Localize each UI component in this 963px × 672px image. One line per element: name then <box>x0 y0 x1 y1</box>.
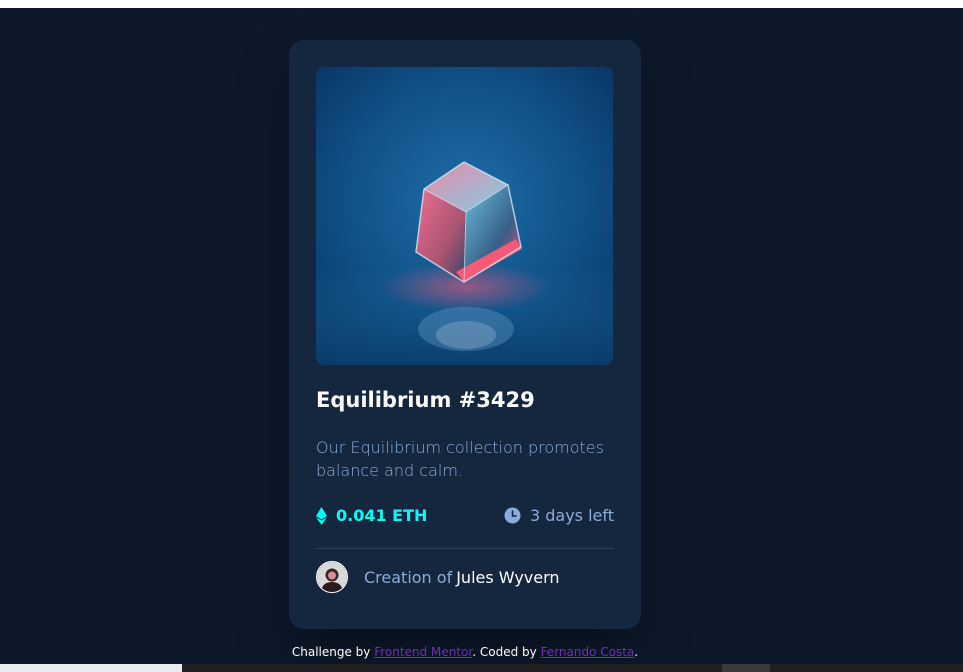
attribution-end: . <box>634 645 639 659</box>
attribution-coded-text: . Coded by <box>472 645 537 659</box>
taskbar-item[interactable] <box>722 664 770 672</box>
creator-info: Creation of Jules Wyvern <box>316 561 560 593</box>
browser-top-strip <box>0 0 963 8</box>
taskbar <box>0 664 963 672</box>
attribution-challenge-text: Challenge by <box>291 645 371 659</box>
nft-preview-card: Equilibrium #3429 Our Equilibrium collec… <box>289 40 641 629</box>
clock-icon <box>504 507 521 524</box>
creator-prefix: Creation of <box>364 567 453 587</box>
author-link[interactable]: Fernando Costa <box>541 645 635 659</box>
card-divider <box>316 548 614 549</box>
avatar <box>316 561 348 593</box>
attribution: Challenge by Frontend Mentor. Coded by F… <box>0 645 930 659</box>
time-left-display: 3 days left <box>504 506 614 525</box>
equilibrium-cube-image[interactable] <box>316 67 613 365</box>
nft-title[interactable]: Equilibrium #3429 <box>316 385 535 415</box>
price-display: 0.041 ETH <box>316 506 427 525</box>
price-value: 0.041 ETH <box>336 506 428 525</box>
creator-name-link[interactable]: Jules Wyvern <box>456 568 559 587</box>
ethereum-icon <box>316 506 327 525</box>
time-left-value: 3 days left <box>529 506 614 525</box>
taskbar-left-section <box>0 664 182 672</box>
frontend-mentor-link[interactable]: Frontend Mentor <box>374 645 472 659</box>
nft-description: Our Equilibrium collection promotes bala… <box>316 438 604 480</box>
